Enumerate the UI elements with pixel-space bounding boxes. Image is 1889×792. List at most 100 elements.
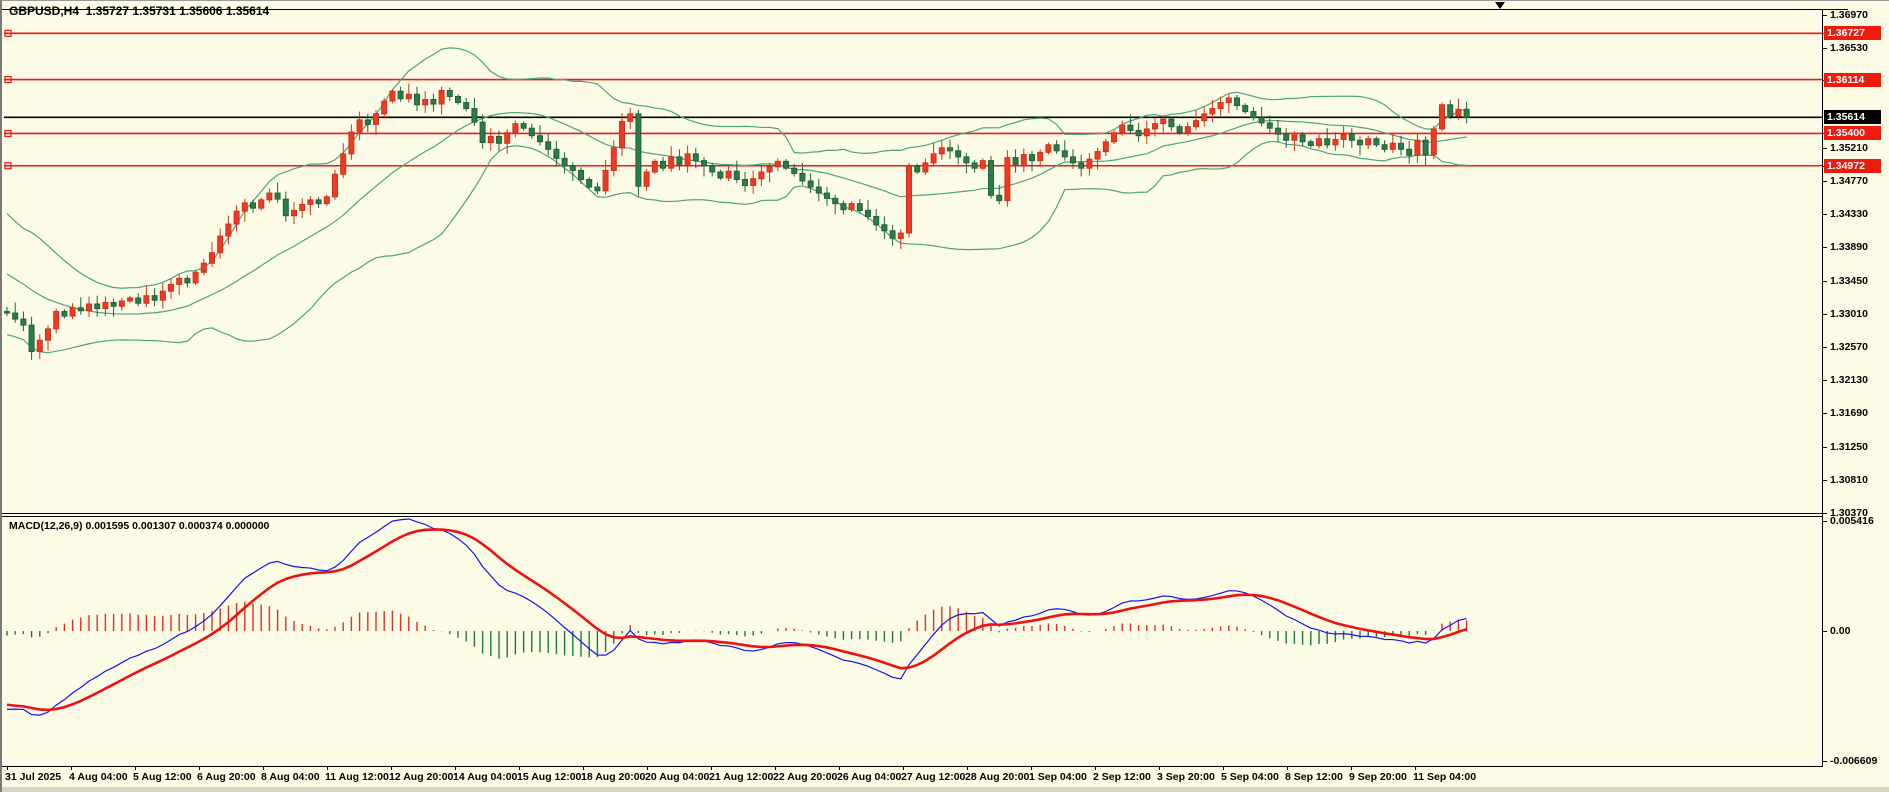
- candle-body: [1366, 139, 1371, 145]
- candle-body: [562, 158, 567, 166]
- candle-body: [103, 302, 108, 308]
- time-tick-label: 8 Aug 04:00: [261, 771, 320, 783]
- candle-bullish: [144, 285, 149, 307]
- candle-body: [710, 166, 715, 172]
- candle-body: [267, 193, 272, 200]
- candle-body: [587, 179, 592, 187]
- time-tick-mark: [1351, 766, 1352, 770]
- candle-body: [816, 187, 821, 193]
- candle-body: [1062, 151, 1067, 157]
- candle-body: [78, 308, 83, 311]
- price-tick-label: 1.35210: [1830, 142, 1868, 154]
- candle-body: [1144, 129, 1149, 136]
- candle-body: [1431, 129, 1436, 155]
- candle-bullish: [374, 110, 379, 135]
- candle-body: [1087, 159, 1092, 168]
- candle-bearish: [1423, 136, 1428, 165]
- candle-body: [1276, 128, 1281, 134]
- candle-bearish: [1030, 151, 1035, 171]
- time-tick-mark: [1415, 766, 1416, 770]
- time-tick-mark: [839, 766, 840, 770]
- candle-bearish: [136, 293, 141, 306]
- candle-bullish: [201, 259, 206, 276]
- candle-body: [825, 193, 830, 198]
- candle-bearish: [13, 302, 18, 322]
- candle-body: [915, 166, 920, 172]
- candle-bearish: [1325, 128, 1330, 148]
- candle-bearish: [825, 187, 830, 206]
- candle-body: [398, 91, 403, 99]
- candle-bearish: [1407, 141, 1412, 164]
- candle-bullish: [669, 146, 674, 172]
- candle-body: [505, 133, 510, 144]
- candle-body: [1464, 109, 1469, 117]
- candle-body: [907, 166, 912, 233]
- candle-bearish: [464, 98, 469, 112]
- candle-body: [1161, 119, 1166, 124]
- price-chart-panel[interactable]: [4, 9, 1822, 513]
- candle-body: [1267, 123, 1272, 128]
- candle-bullish: [242, 199, 247, 222]
- candle-bearish: [841, 201, 846, 215]
- price-tick-mark: [1822, 480, 1827, 481]
- candle-body: [620, 121, 625, 147]
- candle-bullish: [406, 84, 411, 103]
- candle-bullish: [751, 170, 756, 193]
- macd-indicator-label: MACD(12,26,9) 0.001595 0.001307 0.000374…: [9, 520, 269, 532]
- candle-body: [13, 313, 18, 319]
- candle-body: [1382, 145, 1387, 150]
- candle-bearish: [1382, 140, 1387, 152]
- candle-body: [275, 193, 280, 199]
- candle-body: [1333, 140, 1338, 145]
- candle-body: [644, 172, 649, 186]
- candle-bearish: [636, 110, 641, 197]
- candle-body: [743, 179, 748, 185]
- candle-body: [898, 233, 903, 238]
- candle-bullish: [1333, 132, 1338, 151]
- candle-bearish: [1308, 140, 1313, 148]
- macd-indicator-panel[interactable]: [4, 517, 1822, 767]
- candle-body: [128, 298, 133, 301]
- candle-body: [857, 204, 862, 211]
- time-tick-mark: [775, 766, 776, 770]
- candle-body: [1399, 143, 1404, 149]
- chart-shift-marker-icon[interactable]: [1495, 2, 1505, 9]
- candle-bearish: [661, 157, 666, 171]
- candle-body: [1358, 140, 1363, 145]
- candle-bullish: [620, 113, 625, 156]
- candle-body: [111, 302, 116, 306]
- time-tick-label: 11 Aug 12:00: [325, 771, 389, 783]
- candle-bearish: [989, 156, 994, 198]
- candle-bullish: [652, 159, 657, 174]
- candle-body: [923, 163, 928, 172]
- candle-bearish: [1169, 116, 1174, 131]
- candle-bearish: [948, 140, 953, 160]
- candle-body: [1259, 118, 1264, 123]
- candle-bullish: [349, 124, 354, 159]
- candle-body: [997, 195, 1002, 200]
- time-tick-label: 11 Sep 04:00: [1413, 771, 1476, 783]
- candle-bullish: [267, 189, 272, 203]
- macd-tick-mark: [1822, 631, 1827, 632]
- candle-body: [579, 170, 584, 179]
- candle-bearish: [1251, 107, 1256, 121]
- candle-body: [1079, 163, 1084, 168]
- candle-body: [456, 96, 461, 102]
- candle-body: [1128, 125, 1133, 130]
- candle-bearish: [1374, 136, 1379, 147]
- candle-bullish: [193, 270, 198, 285]
- candle-bearish: [29, 317, 34, 360]
- candle-bearish: [529, 124, 534, 139]
- candle-bearish: [882, 216, 887, 239]
- candle-body: [308, 200, 313, 205]
- candle-body: [603, 170, 608, 190]
- candle-body: [939, 148, 944, 154]
- candle-body: [37, 340, 42, 351]
- time-tick-mark: [7, 766, 8, 770]
- time-tick-label: 26 Aug 04:00: [837, 771, 901, 783]
- candle-body: [423, 100, 428, 105]
- price-tick-mark: [1822, 314, 1827, 315]
- time-tick-label: 21 Aug 12:00: [709, 771, 773, 783]
- candle-bearish: [972, 160, 977, 173]
- candle-body: [259, 200, 264, 208]
